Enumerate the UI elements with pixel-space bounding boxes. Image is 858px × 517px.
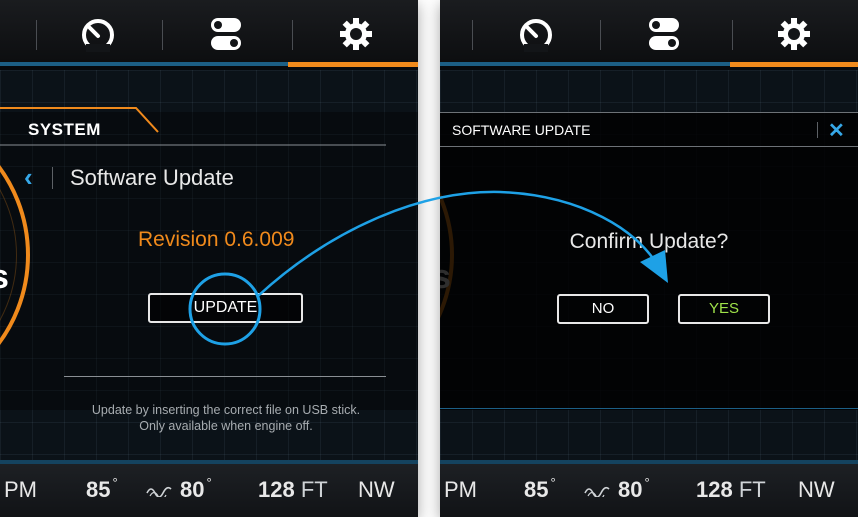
rpm-label: PM [444,477,477,502]
depth-unit: FT [300,477,328,502]
water-temp-unit: ° [644,475,650,490]
gear-icon[interactable] [334,14,378,54]
top-nav [0,0,418,67]
engine-temp: 85 ° [524,475,556,503]
yes-button[interactable]: YES [678,294,770,324]
status-bar: PM 85 ° 80 ° 128 FT NW [0,460,418,517]
heading: NW [798,477,835,502]
dialog-backdrop [440,112,858,410]
top-nav [440,0,858,67]
dialog-top-line [440,112,858,113]
title-separator [52,167,53,189]
gauge-digit: s [0,258,9,297]
nav-separator [732,20,733,50]
engine-temp-value: 85 [86,477,111,502]
depth: 128 FT [258,477,328,503]
engine-temp-unit: ° [112,475,118,490]
dialog-header-line [440,146,858,147]
page-title: Software Update [70,165,234,190]
gear-icon[interactable] [772,14,816,54]
dialog-title: SOFTWARE UPDATE [452,122,591,138]
toggle-switches-icon[interactable] [642,14,686,54]
water-temp-value: 80 [618,477,643,502]
depth-value: 128 [258,477,295,502]
nav-separator [292,20,293,50]
water-temp-value: 80 [180,477,205,502]
toggle-switches-icon[interactable] [204,14,248,54]
left-screen: s SYSTEM ‹ Software Update Revision 0.6.… [0,0,418,517]
confirm-text: Confirm Update? [569,230,729,253]
depth-value: 128 [696,477,733,502]
no-button[interactable]: NO [557,294,649,324]
panel-shade [0,112,418,410]
water-temp: 80 ° [618,475,650,503]
dialog-bottom-line [440,408,858,409]
divider [64,376,386,377]
speedometer-icon[interactable] [76,14,120,54]
tab-outline [0,107,386,146]
close-separator [817,122,818,138]
depth-unit: FT [738,477,766,502]
help-text: Update by inserting the correct file on … [62,402,390,434]
back-chevron-icon[interactable]: ‹ [24,162,33,193]
status-bar-glow [440,460,858,464]
status-bar: PM 85 ° 80 ° 128 FT NW [440,460,858,517]
engine-temp: 85 ° [86,475,118,503]
water-temp-unit: ° [206,475,212,490]
status-bar-glow [0,460,418,464]
revision-text: Revision 0.6.009 [138,228,295,251]
update-button[interactable]: UPDATE [148,293,303,323]
nav-separator [600,20,601,50]
depth: 128 FT [696,477,766,503]
help-line-2: Only available when engine off. [139,419,313,433]
close-icon[interactable]: ✕ [828,118,845,143]
help-line-1: Update by inserting the correct file on … [91,403,361,417]
rpm-label: PM [4,477,37,502]
speedometer-icon[interactable] [514,14,558,54]
water-temp-icon [584,486,610,497]
nav-active-indicator [288,62,418,67]
engine-temp-unit: ° [550,475,556,490]
heading: NW [358,477,395,502]
nav-separator [472,20,473,50]
nav-separator [36,20,37,50]
nav-active-indicator [730,62,858,67]
nav-separator [162,20,163,50]
water-temp: 80 ° [180,475,212,503]
engine-temp-value: 85 [524,477,549,502]
water-temp-icon [146,486,172,497]
right-screen: s SOFTWARE UPDATE ✕ Confirm Update? NO Y… [440,0,858,517]
